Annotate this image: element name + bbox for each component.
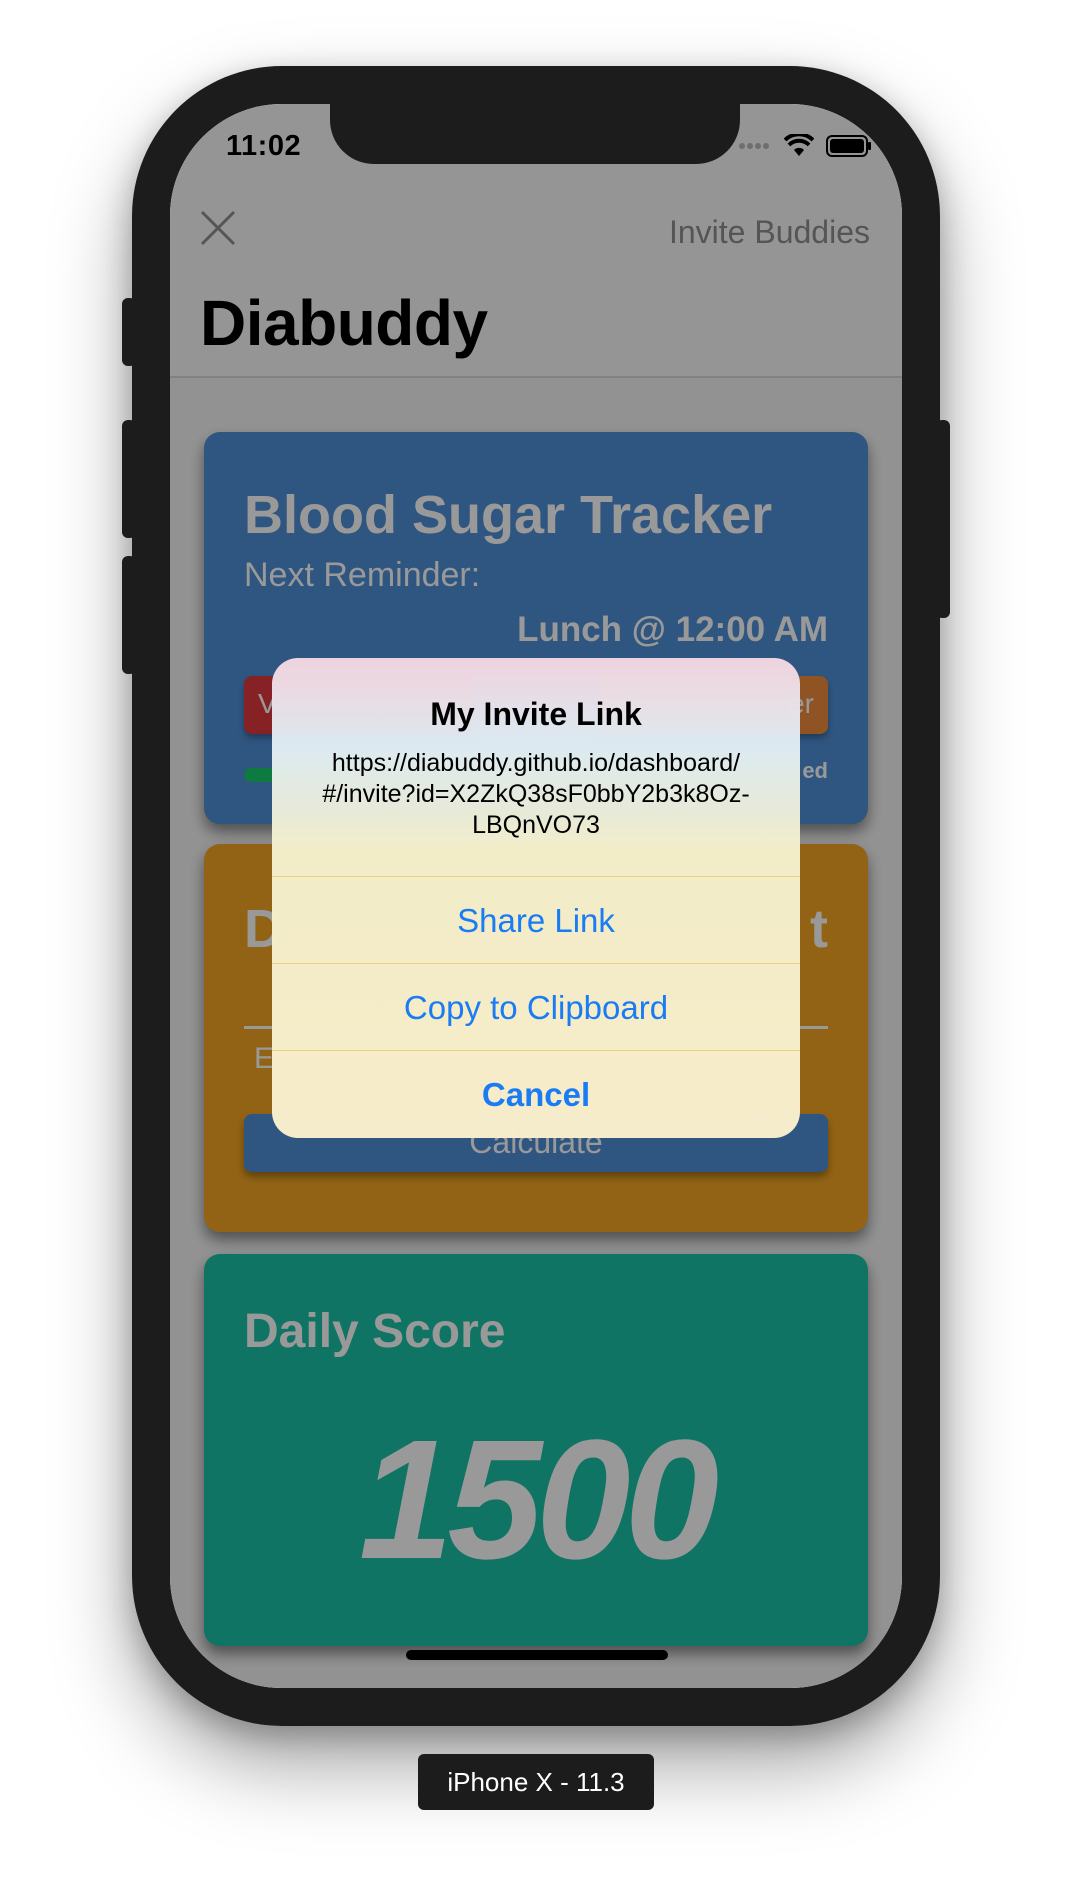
notch: [330, 104, 740, 164]
copy-to-clipboard-button[interactable]: Copy to Clipboard: [272, 964, 800, 1050]
invite-url-line-3: LBQnVO73: [472, 811, 600, 839]
volume-up-button: [122, 420, 136, 538]
cancel-button[interactable]: Cancel: [272, 1051, 800, 1137]
invite-url-line-2: #/invite?id=X2ZkQ38sF0bbY2b3k8Oz-: [322, 780, 750, 808]
silent-switch: [122, 298, 136, 366]
invite-link-alert: My Invite Link https://diabuddy.github.i…: [272, 658, 800, 1138]
invite-url-line-1: https://diabuddy.github.io/dashboard/: [331, 749, 741, 777]
alert-message: https://diabuddy.github.io/dashboard/ #/…: [292, 748, 780, 841]
device-label: iPhone X - 11.3: [418, 1754, 654, 1810]
screen: 11:02 Invite Buddies Diabuddy Blood Suga…: [170, 104, 902, 1688]
volume-down-button: [122, 556, 136, 674]
alert-title: My Invite Link: [430, 696, 642, 732]
home-indicator[interactable]: [406, 1650, 668, 1660]
share-link-button[interactable]: Share Link: [272, 877, 800, 963]
power-button: [936, 420, 950, 618]
